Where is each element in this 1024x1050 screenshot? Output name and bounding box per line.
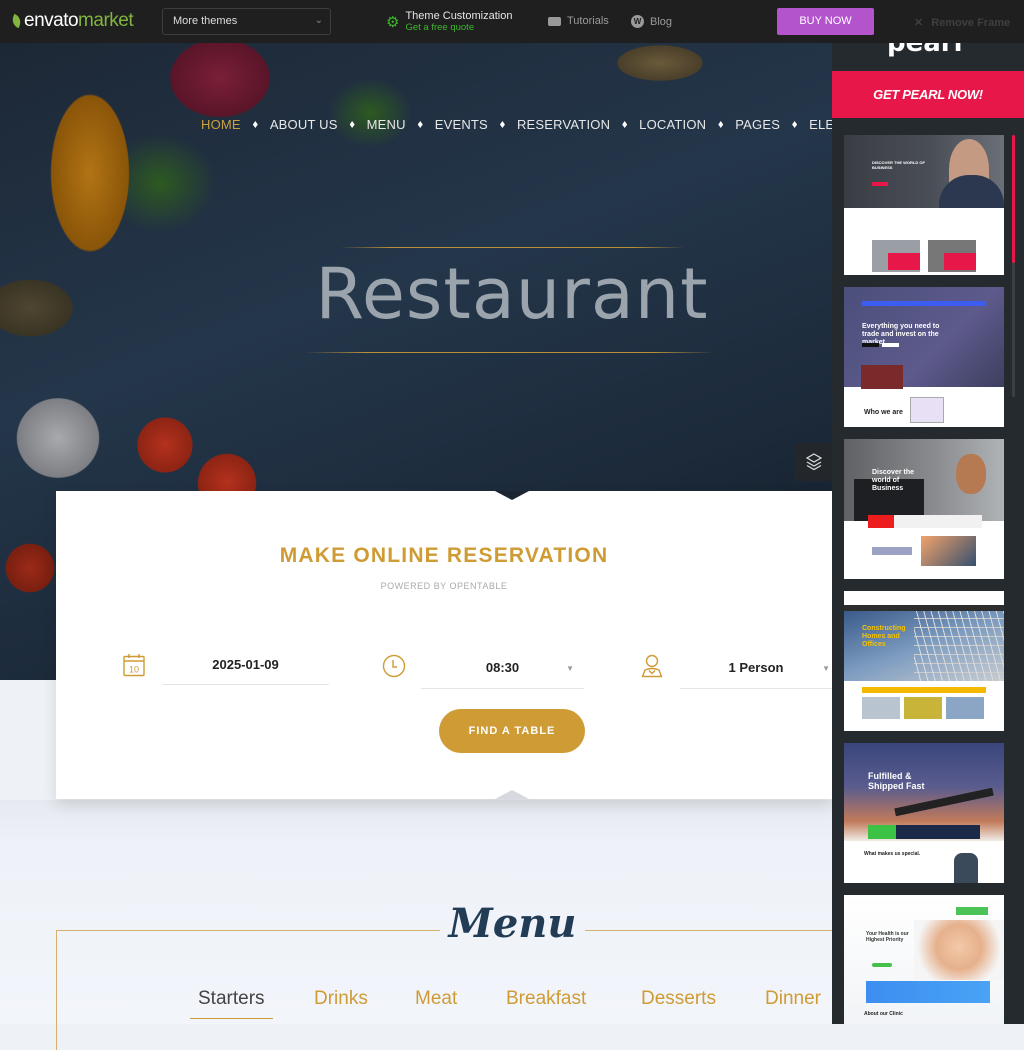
gear-icon: ⚙ bbox=[386, 13, 400, 31]
theme-thumbnail-medical[interactable]: Your Health is our Highest Priority Abou… bbox=[844, 895, 1004, 1024]
menu-title: Menu bbox=[448, 900, 577, 947]
party-size-value: 1 Person bbox=[728, 660, 784, 675]
layers-icon bbox=[805, 453, 822, 471]
main-navigation: HOME ABOUT US MENU EVENTS RESERVATION LO… bbox=[201, 117, 881, 132]
theme-thumbnail-corporate[interactable]: Discover the world of Business bbox=[844, 439, 1004, 579]
close-icon: ✕ bbox=[914, 17, 924, 29]
theme-preview-sidebar: pearl GET PEARL NOW! DISCOVER THE WORLD … bbox=[832, 0, 1024, 1024]
tab-dinner[interactable]: Dinner bbox=[765, 988, 821, 1010]
party-size-select[interactable]: 1 Person ▼ bbox=[680, 657, 832, 689]
date-value: 2025-01-09 bbox=[212, 657, 279, 672]
chevron-down-icon: ⌄ bbox=[314, 15, 323, 26]
reservation-title: MAKE ONLINE RESERVATION bbox=[279, 544, 609, 567]
title-bottom-rule bbox=[305, 352, 715, 353]
logo-text: envato bbox=[24, 10, 79, 31]
tab-starters[interactable]: Starters bbox=[190, 988, 273, 1019]
free-quote-link[interactable]: Get a free quote bbox=[405, 22, 512, 33]
person-icon bbox=[641, 654, 663, 683]
hero-title: Restaurant bbox=[315, 253, 709, 335]
blog-label: Blog bbox=[650, 15, 673, 28]
thumbnail-headline: Fulfilled & Shipped Fast bbox=[868, 771, 925, 791]
tab-desserts[interactable]: Desserts bbox=[641, 988, 716, 1010]
diamond-separator bbox=[622, 121, 628, 128]
find-a-table-button[interactable]: FIND A TABLE bbox=[439, 709, 585, 753]
diamond-separator bbox=[718, 121, 724, 128]
date-field[interactable]: 2025-01-09 bbox=[162, 654, 329, 685]
wordpress-icon: W bbox=[631, 15, 644, 28]
leaf-icon bbox=[10, 13, 23, 29]
thumbnail-headline: Your Health is our Highest Priority bbox=[866, 931, 909, 943]
diamond-separator bbox=[349, 121, 355, 128]
tab-meat[interactable]: Meat bbox=[415, 988, 457, 1010]
tutorials-label: Tutorials bbox=[567, 15, 609, 27]
clock-icon bbox=[382, 654, 406, 683]
logo-accent-text: market bbox=[78, 10, 134, 31]
menu-rule-left bbox=[56, 930, 440, 931]
nav-pages[interactable]: PAGES bbox=[735, 117, 780, 132]
envato-preview-bar: envato market More themes ⌄ ⚙ Theme Custo… bbox=[0, 0, 1024, 43]
time-select[interactable]: 08:30 ▼ bbox=[421, 657, 584, 689]
nav-about-us[interactable]: ABOUT US bbox=[270, 117, 338, 132]
diamond-separator bbox=[499, 121, 505, 128]
diamond-separator bbox=[417, 121, 423, 128]
reservation-card: MAKE ONLINE RESERVATION POWERED BY OPENT… bbox=[56, 491, 832, 799]
theme-thumbnail-finance[interactable]: Everything you need to trade and invest … bbox=[844, 287, 1004, 427]
sidebar-scrollbar-thumb[interactable] bbox=[1012, 135, 1015, 263]
theme-thumbnail-transportation[interactable]: Fulfilled & Shipped Fast What makes us s… bbox=[844, 743, 1004, 883]
remove-frame-button[interactable]: ✕ Remove Frame bbox=[914, 16, 1010, 29]
layers-toggle-button[interactable] bbox=[795, 443, 832, 481]
diamond-separator bbox=[792, 121, 798, 128]
thumbnail-headline: Constructing Homes and Offices bbox=[862, 625, 906, 648]
theme-thumbnail-construction[interactable]: Constructing Homes and Offices bbox=[844, 591, 1004, 731]
svg-text:10: 10 bbox=[129, 665, 139, 675]
title-top-rule bbox=[340, 247, 685, 248]
thumbnail-headline: DISCOVER THE WORLD OF BUSINESS bbox=[872, 160, 925, 170]
youtube-icon bbox=[548, 16, 561, 26]
customization-title: Theme Customization bbox=[405, 10, 513, 22]
thumbnail-headline: Discover the world of Business bbox=[872, 469, 915, 492]
tab-drinks[interactable]: Drinks bbox=[314, 988, 368, 1010]
menu-rule-right bbox=[585, 930, 832, 931]
blog-link[interactable]: W Blog bbox=[631, 15, 672, 28]
reservation-subtitle: POWERED BY OPENTABLE bbox=[380, 581, 508, 591]
nav-home[interactable]: HOME bbox=[201, 117, 241, 132]
buy-now-button[interactable]: BUY NOW bbox=[777, 8, 874, 35]
caret-down-icon: ▼ bbox=[566, 664, 574, 673]
nav-events[interactable]: EVENTS bbox=[435, 117, 488, 132]
nav-menu[interactable]: MENU bbox=[367, 117, 406, 132]
envato-market-logo[interactable]: envato market bbox=[10, 10, 134, 32]
menu-section: Menu Starters Drinks Meat Breakfast Dess… bbox=[0, 800, 832, 1050]
nav-location[interactable]: LOCATION bbox=[639, 117, 706, 132]
diamond-separator bbox=[252, 121, 258, 128]
calendar-icon: 10 bbox=[123, 653, 145, 682]
more-themes-select[interactable]: More themes ⌄ bbox=[162, 8, 331, 35]
nav-reservation[interactable]: RESERVATION bbox=[517, 117, 610, 132]
theme-customization-link[interactable]: ⚙ Theme Customization Get a free quote bbox=[386, 10, 512, 33]
tutorials-link[interactable]: Tutorials bbox=[548, 15, 609, 27]
remove-frame-label: Remove Frame bbox=[931, 17, 1011, 29]
caret-down-icon: ▼ bbox=[822, 664, 830, 673]
time-value: 08:30 bbox=[485, 660, 520, 675]
tab-breakfast[interactable]: Breakfast bbox=[506, 988, 586, 1010]
get-pearl-now-button[interactable]: GET PEARL NOW! bbox=[832, 71, 1024, 118]
theme-thumbnail-business[interactable]: DISCOVER THE WORLD OF BUSINESS bbox=[844, 135, 1004, 275]
select-value: More themes bbox=[173, 15, 238, 27]
